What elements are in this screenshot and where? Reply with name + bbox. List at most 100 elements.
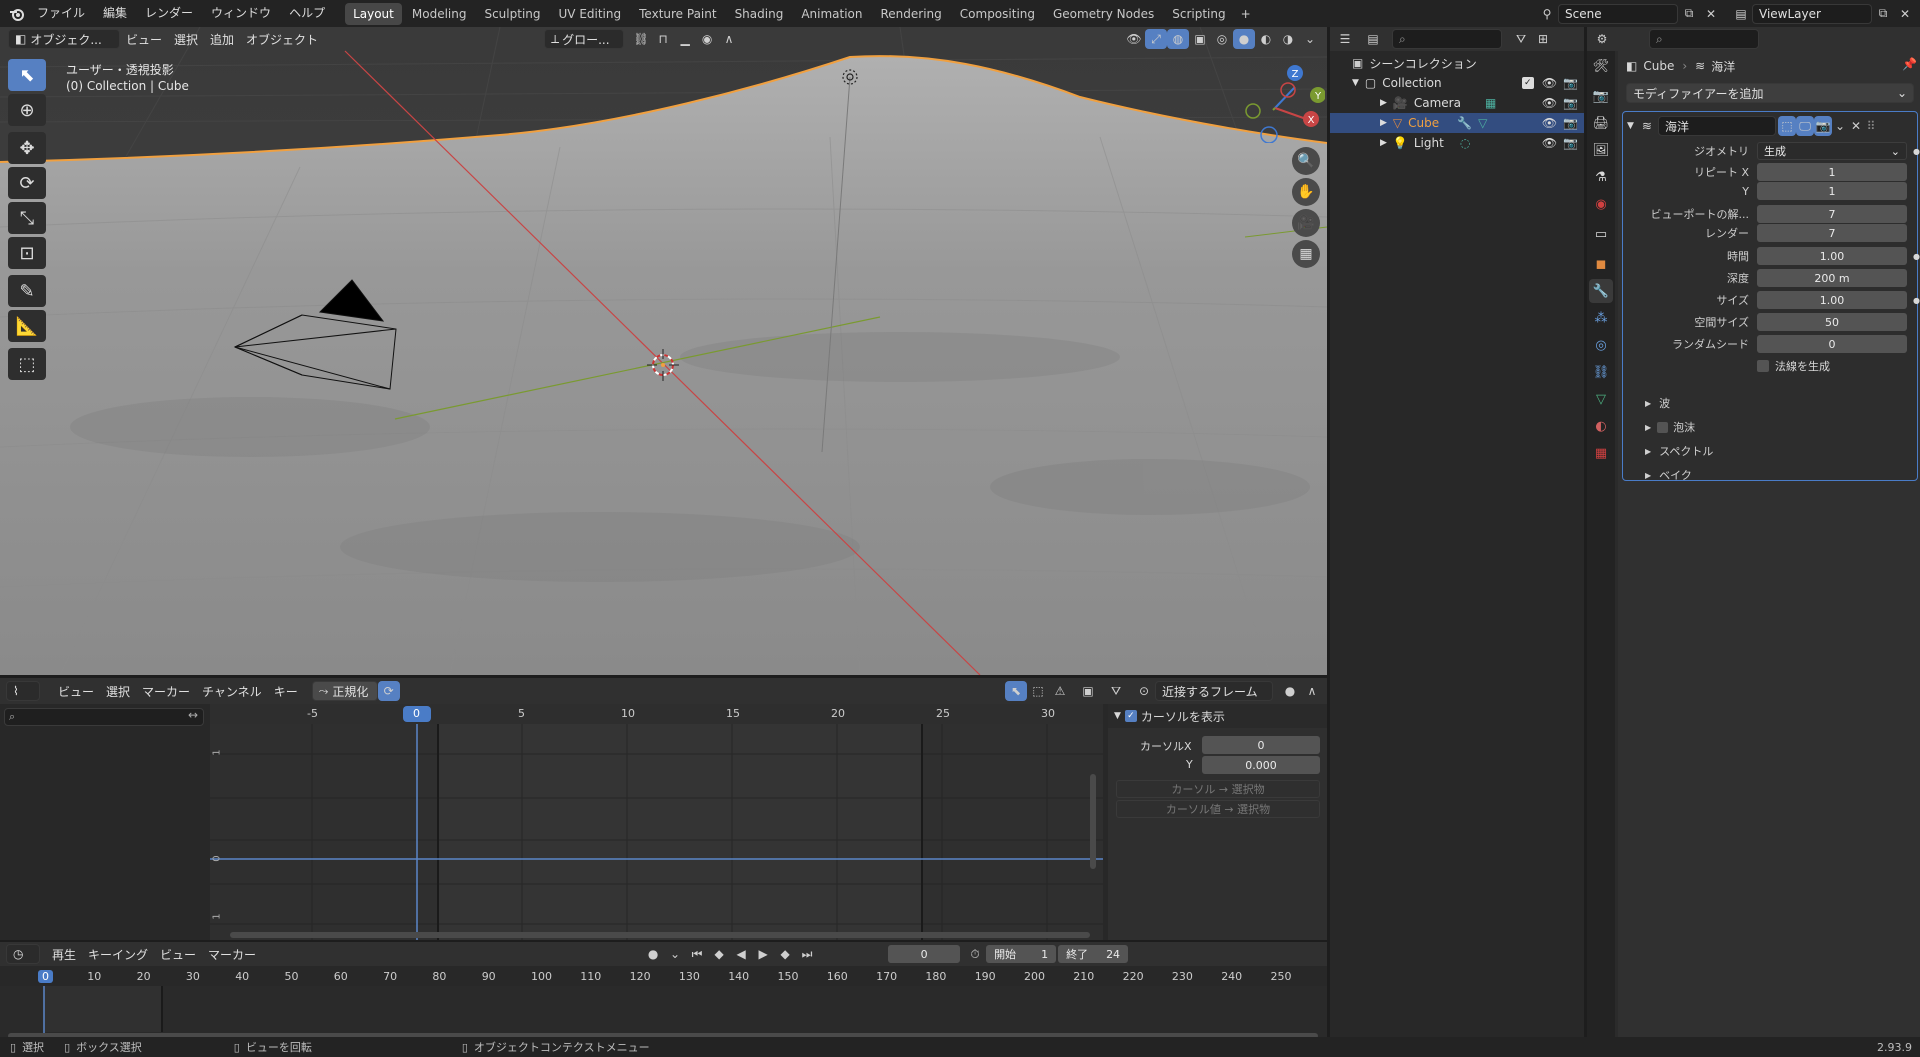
add-modifier-dropdown[interactable]: モディファイアーを追加 ⌄ xyxy=(1626,83,1914,103)
view-layer-tab-icon[interactable]: 🖼 xyxy=(1589,138,1613,162)
remove-modifier-icon[interactable]: ✕ xyxy=(1848,116,1864,136)
tab-geometry-nodes[interactable]: Geometry Nodes xyxy=(1045,3,1162,25)
drag-handle-icon[interactable]: ⠿ xyxy=(1864,116,1878,136)
proportional-icon[interactable]: ● xyxy=(1279,681,1301,701)
blender-logo-icon[interactable] xyxy=(6,4,28,24)
play-reverse-icon[interactable]: ◀ xyxy=(730,944,752,964)
show-hidden-icon[interactable]: ⬚ xyxy=(1027,681,1049,701)
depth-field[interactable]: 200 m xyxy=(1757,269,1907,287)
annotate-tool-icon[interactable]: ✎ xyxy=(8,275,46,307)
menu-window[interactable]: ウィンドウ xyxy=(202,0,280,27)
view-layer-field[interactable]: ViewLayer xyxy=(1752,3,1872,24)
expand-icon[interactable]: ▶ xyxy=(1380,138,1387,148)
generate-normals-checkbox[interactable] xyxy=(1757,360,1769,372)
tab-scripting[interactable]: Scripting xyxy=(1164,3,1233,25)
delete-view-layer-icon[interactable]: ✕ xyxy=(1894,4,1916,24)
tab-animation[interactable]: Animation xyxy=(793,3,870,25)
delete-scene-icon[interactable]: ✕ xyxy=(1700,4,1722,24)
tab-shading[interactable]: Shading xyxy=(727,3,792,25)
only-selected-icon[interactable]: ⬉ xyxy=(1005,681,1027,701)
scene-selector-icon[interactable]: ⚲ xyxy=(1536,4,1558,24)
channel-search-input[interactable]: ⌕ xyxy=(4,708,204,726)
render-camera-icon[interactable]: 📷 xyxy=(1563,136,1578,150)
falloff-icon[interactable]: ∧ xyxy=(718,29,740,49)
render-tab-icon[interactable]: 📷 xyxy=(1589,84,1613,108)
output-tab-icon[interactable]: 🖨 xyxy=(1589,111,1613,135)
tab-rendering[interactable]: Rendering xyxy=(873,3,950,25)
xray-icon[interactable]: ▣ xyxy=(1189,29,1211,49)
exclude-checkbox[interactable]: ✓ xyxy=(1521,77,1534,89)
particles-tab-icon[interactable]: ⁂ xyxy=(1589,306,1613,330)
timeline-editor-type[interactable]: ◷ xyxy=(6,944,40,964)
viewport-menu-add[interactable]: 追加 xyxy=(204,31,240,48)
normalize-toggle[interactable]: ⤳ 正規化 xyxy=(311,681,378,701)
cursor-tool-icon[interactable]: ⊕ xyxy=(8,94,46,126)
cursor-value-to-selected-button[interactable]: カーソル値 → 選択物 xyxy=(1116,800,1320,818)
prev-keyframe-icon[interactable]: ◆ xyxy=(708,944,730,964)
rotate-tool-icon[interactable]: ⟳ xyxy=(8,167,46,199)
render-camera-icon[interactable]: 📷 xyxy=(1563,116,1578,130)
constraints-tab-icon[interactable]: ⛓ xyxy=(1589,360,1613,384)
world-tab-icon[interactable]: ◉ xyxy=(1589,192,1613,216)
cursor-to-selected-button[interactable]: カーソル → 選択物 xyxy=(1116,780,1320,798)
collection-row[interactable]: ▼ ▢ Collection ✓ 👁 📷 xyxy=(1330,73,1584,93)
snap-target-icon[interactable]: ▁ xyxy=(674,29,696,49)
size-field[interactable]: 1.00 xyxy=(1757,291,1907,309)
eye-icon[interactable]: 👁 xyxy=(1542,76,1557,90)
record-icon[interactable]: ● xyxy=(642,944,664,964)
subpanel-bake[interactable]: ▶ ベイク xyxy=(1645,467,1692,483)
perspective-grid-icon[interactable]: ▦ xyxy=(1292,240,1320,268)
gizmo-neg-z[interactable] xyxy=(1260,126,1278,143)
falloff-curve-icon[interactable]: ∧ xyxy=(1301,681,1323,701)
expand-icon[interactable]: ▶ xyxy=(1380,118,1387,128)
select-tool-icon[interactable]: ⬉ xyxy=(8,59,46,91)
render-camera-icon[interactable]: 📷 xyxy=(1563,76,1578,90)
overlay-toggle-icon[interactable]: ◍ xyxy=(1167,29,1189,49)
gizmo-toggle-icon[interactable]: ⤢ xyxy=(1145,29,1167,49)
pin-icon[interactable]: 📌 xyxy=(1902,57,1917,71)
collection-tab-icon[interactable]: ▭ xyxy=(1589,222,1613,246)
keyframe-dot-icon[interactable]: ● xyxy=(1913,252,1920,261)
add-cube-tool-icon[interactable]: ⬚ xyxy=(8,348,46,380)
camera-view-icon[interactable]: 🎥 xyxy=(1292,209,1320,237)
modifier-tab-icon[interactable]: 🔧 xyxy=(1589,279,1613,303)
graph-plot-area[interactable]: -5 0 5 10 15 20 25 30 1 0 1 xyxy=(210,704,1103,940)
render-camera-icon[interactable]: 📷 xyxy=(1563,96,1578,110)
channel-list[interactable] xyxy=(0,728,210,940)
scale-tool-icon[interactable]: ⤡ xyxy=(8,202,46,234)
timeline-menu-view[interactable]: ビュー xyxy=(154,946,202,963)
tab-compositing[interactable]: Compositing xyxy=(952,3,1043,25)
menu-render[interactable]: レンダー xyxy=(136,0,202,27)
add-workspace-icon[interactable]: + xyxy=(1235,4,1257,24)
render-resolution-field[interactable]: 7 xyxy=(1757,224,1907,242)
shading-wireframe-icon[interactable]: ◎ xyxy=(1211,29,1233,49)
shading-rendered-icon[interactable]: ◑ xyxy=(1277,29,1299,49)
timeline[interactable]: ◷ 再生 キーイング ビュー マーカー ● ⌄ ⏮ ◆ ◀ ▶ ◆ ⏭ 0 ⏱ … xyxy=(0,942,1327,1043)
render-toggle-icon[interactable]: 📷 xyxy=(1813,116,1832,136)
visibility-icon[interactable]: 👁 xyxy=(1123,29,1145,49)
scene-tab-icon[interactable]: ⚗ xyxy=(1589,165,1613,189)
graph-menu-marker[interactable]: マーカー xyxy=(136,683,196,700)
cursor-x-field[interactable]: 0 xyxy=(1202,736,1320,754)
scene-collection-row[interactable]: ▣ シーンコレクション xyxy=(1330,53,1584,73)
outliner-filter-icon[interactable]: ⛛ xyxy=(1510,29,1532,49)
viewport-menu-view[interactable]: ビュー xyxy=(120,31,168,48)
pivot-selector[interactable]: 近接するフレーム xyxy=(1155,681,1273,701)
subpanel-waves[interactable]: ▶ 波 xyxy=(1645,395,1670,411)
new-collection-icon[interactable]: ⊞ xyxy=(1532,29,1554,49)
shading-options-icon[interactable]: ⌄ xyxy=(1299,29,1321,49)
tab-texture-paint[interactable]: Texture Paint xyxy=(631,3,724,25)
cursor-y-field[interactable]: 0.000 xyxy=(1202,756,1320,774)
repeat-x-field[interactable]: 1 xyxy=(1757,163,1907,181)
timeline-menu-playback[interactable]: 再生 xyxy=(46,946,82,963)
filter-icon[interactable]: ⛛ xyxy=(1105,681,1127,701)
properties-search-input[interactable]: ⌕ xyxy=(1649,29,1759,49)
geometry-dropdown[interactable]: 生成 ⌄ xyxy=(1757,142,1907,160)
modifier-name-input[interactable]: 海洋 xyxy=(1657,116,1776,136)
pivot-point-icon[interactable]: ⛓ xyxy=(630,29,652,49)
object-tab-icon[interactable]: ◼ xyxy=(1589,252,1613,276)
jump-end-icon[interactable]: ⏭ xyxy=(796,944,818,964)
jump-start-icon[interactable]: ⏮ xyxy=(686,944,708,964)
move-tool-icon[interactable]: ✥ xyxy=(8,132,46,164)
pivot-icon[interactable]: ⊙ xyxy=(1133,681,1155,701)
